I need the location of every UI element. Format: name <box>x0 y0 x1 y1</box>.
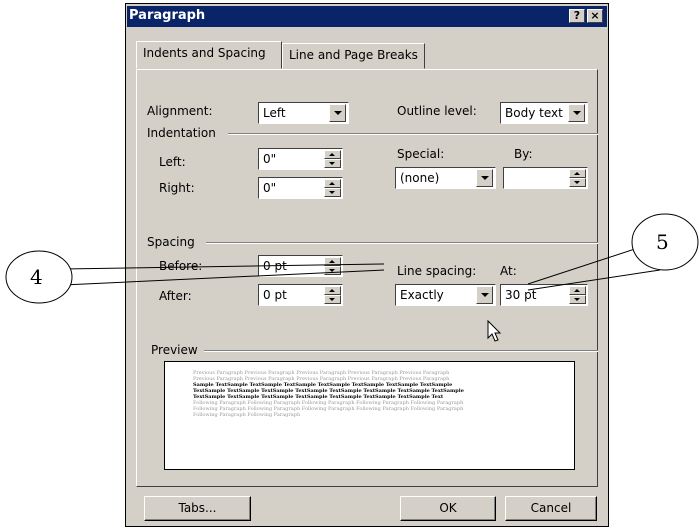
callout-overlay <box>5 213 699 342</box>
callout-number-5: 5 <box>656 230 669 254</box>
mouse-cursor-icon <box>487 319 502 342</box>
callout-number-4: 4 <box>30 265 43 289</box>
